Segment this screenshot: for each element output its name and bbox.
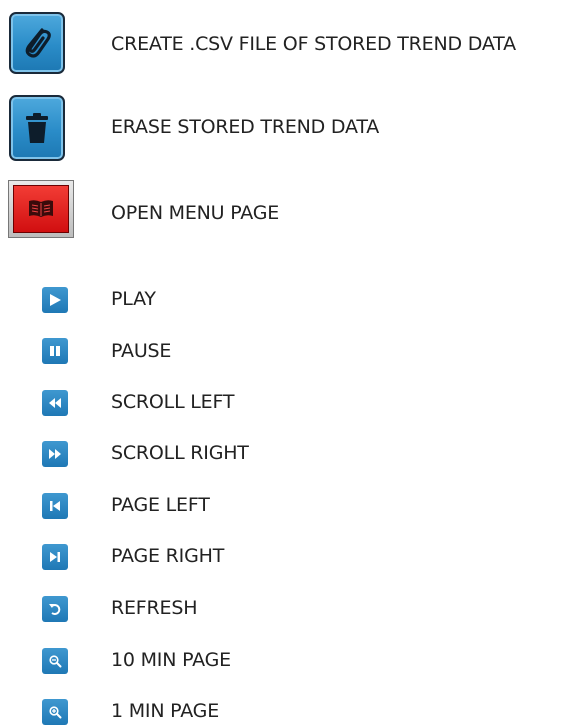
legend-label: SCROLL LEFT	[111, 391, 235, 413]
scroll-left-icon	[49, 398, 61, 408]
scroll-left-button[interactable]	[42, 390, 68, 416]
refresh-icon	[49, 604, 61, 615]
ten-min-page-button[interactable]	[42, 648, 68, 674]
book-icon	[29, 200, 53, 217]
zoom-in-icon	[49, 706, 62, 719]
legend-label: SCROLL RIGHT	[111, 442, 249, 464]
page-right-button[interactable]	[42, 544, 68, 570]
scroll-right-icon	[49, 449, 61, 459]
legend-label: PAGE RIGHT	[111, 545, 225, 567]
legend-label: OPEN MENU PAGE	[111, 202, 280, 224]
scroll-right-button[interactable]	[42, 441, 68, 467]
page-left-button[interactable]	[42, 493, 68, 519]
zoom-out-icon	[49, 655, 62, 668]
trash-icon	[26, 113, 48, 143]
page-left-icon	[50, 501, 60, 511]
pause-icon	[50, 346, 60, 356]
pause-button[interactable]	[42, 338, 68, 364]
legend-label: PAUSE	[111, 340, 172, 362]
page-right-icon	[50, 552, 60, 562]
legend-label: PLAY	[111, 288, 156, 310]
legend-label: 1 MIN PAGE	[111, 700, 220, 722]
play-button[interactable]	[42, 287, 68, 313]
legend-label: ERASE STORED TREND DATA	[111, 116, 380, 138]
legend-label: REFRESH	[111, 597, 198, 619]
legend-label: 10 MIN PAGE	[111, 649, 231, 671]
legend-label: PAGE LEFT	[111, 494, 210, 516]
open-menu-button[interactable]	[8, 180, 74, 238]
one-min-page-button[interactable]	[42, 699, 68, 725]
paperclip-icon	[25, 28, 51, 58]
legend-label: CREATE .CSV FILE OF STORED TREND DATA	[111, 33, 516, 55]
create-csv-button[interactable]	[9, 12, 65, 74]
erase-data-button[interactable]	[9, 95, 65, 161]
refresh-button[interactable]	[42, 596, 68, 622]
play-icon	[50, 294, 61, 306]
